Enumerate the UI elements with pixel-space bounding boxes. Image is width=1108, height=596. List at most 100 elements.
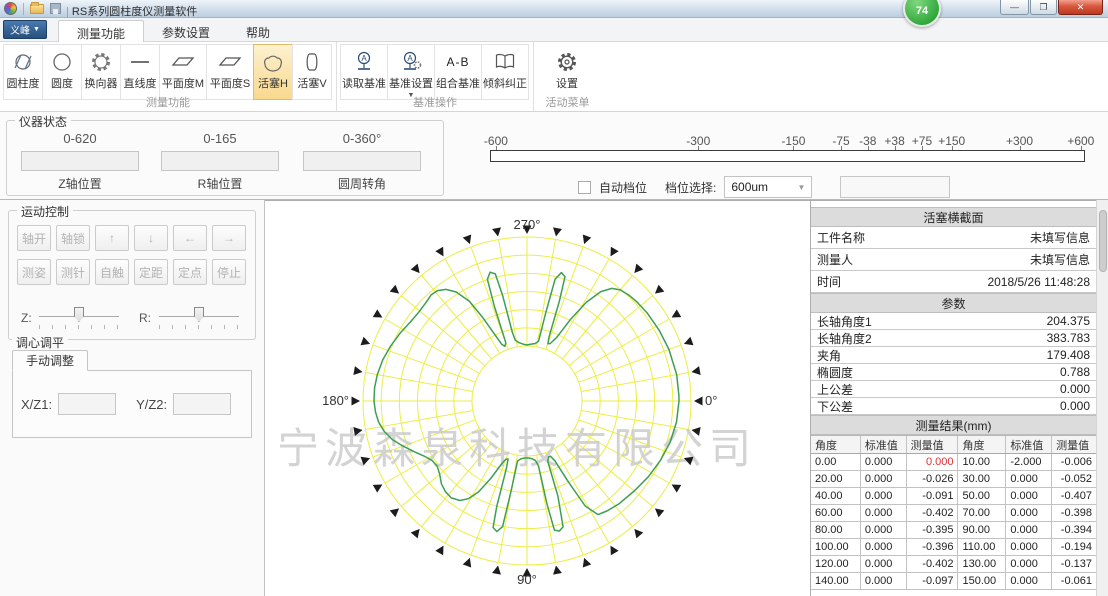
- table-cell[interactable]: -0.137: [1052, 556, 1096, 572]
- roundness-button[interactable]: 圆度: [42, 44, 82, 100]
- tab-measure-functions[interactable]: 测量功能: [58, 20, 144, 42]
- table-cell[interactable]: 0.000: [861, 471, 907, 487]
- table-cell[interactable]: 0.000: [861, 505, 907, 521]
- table-cell[interactable]: 80.00: [811, 522, 861, 538]
- auto-gear-checkbox[interactable]: [578, 181, 591, 194]
- stop-button[interactable]: 停止: [212, 259, 246, 285]
- table-cell[interactable]: -0.026: [907, 471, 959, 487]
- axis-open-button[interactable]: 轴开: [17, 225, 51, 251]
- table-cell[interactable]: 0.000: [907, 454, 959, 470]
- table-cell[interactable]: -0.052: [1052, 471, 1096, 487]
- table-cell[interactable]: 0.000: [861, 454, 907, 470]
- combined-datum-button[interactable]: A-B 组合基准: [434, 44, 482, 100]
- table-cell[interactable]: -0.395: [907, 522, 959, 538]
- measure-stylus-button[interactable]: 测针: [56, 259, 90, 285]
- commutator-button[interactable]: 换向器: [81, 44, 121, 100]
- flatness-s-button[interactable]: 平面度S: [206, 44, 254, 100]
- maximize-button[interactable]: ❐: [1030, 0, 1057, 15]
- table-cell[interactable]: 120.00: [811, 556, 861, 572]
- table-cell[interactable]: 110.00: [958, 539, 1006, 555]
- app-logo-icon[interactable]: [4, 2, 17, 15]
- table-cell[interactable]: 90.00: [958, 522, 1006, 538]
- tab-help[interactable]: 帮助: [228, 20, 288, 42]
- table-cell[interactable]: -2.000: [1006, 454, 1052, 470]
- table-cell[interactable]: 30.00: [958, 471, 1006, 487]
- table-cell[interactable]: 0.000: [1006, 505, 1052, 521]
- table-cell[interactable]: -0.402: [907, 556, 959, 572]
- table-cell[interactable]: 140.00: [811, 573, 861, 589]
- table-cell[interactable]: 0.000: [1006, 573, 1052, 589]
- table-cell[interactable]: 20.00: [811, 471, 861, 487]
- piston-v-button[interactable]: 活塞V: [292, 44, 332, 100]
- gear-select-dropdown[interactable]: 600um ▼: [724, 176, 812, 198]
- flatness-m-button[interactable]: 平面度M: [159, 44, 207, 100]
- table-cell[interactable]: 0.000: [1006, 522, 1052, 538]
- move-right-button[interactable]: →: [212, 225, 246, 251]
- table-cell[interactable]: 0.000: [861, 522, 907, 538]
- table-cell[interactable]: -0.402: [907, 505, 959, 521]
- move-left-button[interactable]: ←: [173, 225, 207, 251]
- minimize-button[interactable]: —: [1000, 0, 1029, 15]
- app-menu-button[interactable]: 义峰 ▼: [3, 20, 47, 39]
- save-file-icon[interactable]: [50, 3, 61, 14]
- table-cell[interactable]: 0.000: [1006, 471, 1052, 487]
- angle-marker-icon: [691, 366, 701, 376]
- table-cell[interactable]: 10.00: [958, 454, 1006, 470]
- z-slider-thumb[interactable]: [74, 307, 84, 322]
- y-z2-field[interactable]: [173, 393, 231, 415]
- table-cell[interactable]: -0.407: [1052, 488, 1096, 504]
- move-down-button[interactable]: ↓: [134, 225, 168, 251]
- table-cell[interactable]: -0.097: [907, 573, 959, 589]
- params-header: 参数: [811, 293, 1096, 313]
- table-cell[interactable]: 150.00: [958, 573, 1006, 589]
- table-cell[interactable]: 0.000: [1006, 556, 1052, 572]
- read-datum-button[interactable]: A 读取基准: [340, 44, 388, 100]
- table-cell[interactable]: 40.00: [811, 488, 861, 504]
- table-cell[interactable]: -0.091: [907, 488, 959, 504]
- datum-settings-button[interactable]: A 基准设置 ▼: [387, 44, 435, 100]
- table-cell[interactable]: -0.006: [1052, 454, 1096, 470]
- table-cell[interactable]: 100.00: [811, 539, 861, 555]
- axis-lock-button[interactable]: 轴锁: [56, 225, 90, 251]
- gear-value-field[interactable]: [840, 176, 950, 198]
- r-axis-position-field[interactable]: [161, 151, 279, 171]
- table-cell[interactable]: 130.00: [958, 556, 1006, 572]
- open-file-icon[interactable]: [30, 4, 44, 14]
- move-up-button[interactable]: ↑: [95, 225, 129, 251]
- table-cell[interactable]: 60.00: [811, 505, 861, 521]
- table-cell[interactable]: 0.000: [1006, 539, 1052, 555]
- tab-parameter-settings[interactable]: 参数设置: [144, 20, 228, 42]
- scrollbar-thumb[interactable]: [1099, 210, 1107, 272]
- table-cell[interactable]: 0.000: [861, 573, 907, 589]
- table-cell[interactable]: 0.000: [861, 556, 907, 572]
- table-cell[interactable]: -0.194: [1052, 539, 1096, 555]
- table-cell[interactable]: 0.000: [861, 539, 907, 555]
- straightness-button[interactable]: 直线度: [120, 44, 160, 100]
- measure-pose-button[interactable]: 测姿: [17, 259, 51, 285]
- table-cell[interactable]: 70.00: [958, 505, 1006, 521]
- z-axis-position-field[interactable]: [21, 151, 139, 171]
- datum-a-icon: A: [352, 49, 376, 75]
- table-cell[interactable]: -0.394: [1052, 522, 1096, 538]
- x-z1-field[interactable]: [58, 393, 116, 415]
- settings-button[interactable]: 设置: [547, 44, 587, 100]
- table-cell[interactable]: 0.000: [1006, 488, 1052, 504]
- table-cell[interactable]: 50.00: [958, 488, 1006, 504]
- rotation-angle-field[interactable]: [303, 151, 421, 171]
- table-cell[interactable]: 0.00: [811, 454, 861, 470]
- fixed-distance-button[interactable]: 定距: [134, 259, 168, 285]
- tilt-correction-button[interactable]: 倾斜纠正: [481, 44, 529, 100]
- r-slider-thumb[interactable]: [194, 307, 204, 322]
- close-button[interactable]: ✕: [1058, 0, 1103, 15]
- cylindricity-button[interactable]: 圆柱度: [3, 44, 43, 100]
- tab-manual-adjust[interactable]: 手动调整: [12, 350, 88, 371]
- column-header: 测量值: [1052, 436, 1096, 453]
- fixed-point-button[interactable]: 定点: [173, 259, 207, 285]
- table-cell[interactable]: -0.396: [907, 539, 959, 555]
- scrollbar[interactable]: [1096, 200, 1108, 596]
- auto-touch-button[interactable]: 自触: [95, 259, 129, 285]
- table-cell[interactable]: -0.061: [1052, 573, 1096, 589]
- piston-h-button[interactable]: 活塞H: [253, 44, 293, 100]
- table-cell[interactable]: -0.398: [1052, 505, 1096, 521]
- table-cell[interactable]: 0.000: [861, 488, 907, 504]
